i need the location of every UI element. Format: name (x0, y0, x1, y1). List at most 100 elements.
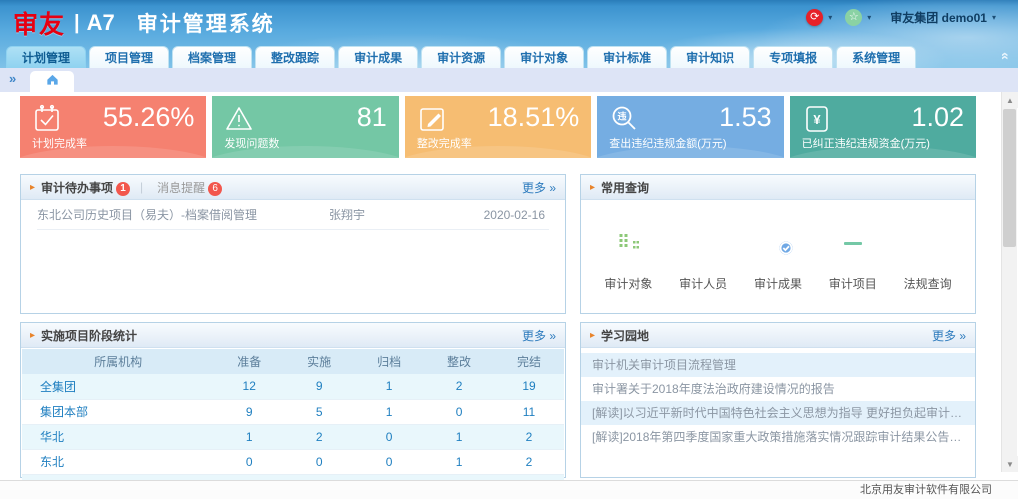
nav-tab[interactable]: 审计成果 (338, 46, 418, 68)
stage-archive-count[interactable]: 0 (354, 449, 424, 474)
quick-query-item[interactable]: 审计项目 (818, 220, 888, 292)
refresh-icon[interactable]: ⟳ (806, 9, 823, 26)
scroll-up-icon[interactable]: ▲ (1002, 92, 1018, 108)
panel-arrow-icon: ▸ (30, 330, 35, 341)
learning-list: 审计机关审计项目流程管理 审计署关于2018年度法治政府建设情况的报告 [解读]… (581, 348, 975, 449)
stage-prepare-count[interactable]: 0 (214, 449, 284, 474)
nav-tab[interactable]: 整改跟踪 (255, 46, 335, 68)
favorite-caret-icon[interactable]: ▾ (867, 13, 871, 22)
stat-card[interactable]: 55.26% 计划完成率 (20, 96, 206, 158)
refresh-caret-icon[interactable]: ▾ (828, 13, 832, 22)
stage-archive-count[interactable]: 1 (354, 399, 424, 424)
nav-tab[interactable]: 档案管理 (172, 46, 252, 68)
todo-more-link[interactable]: 更多 » (522, 179, 556, 196)
learning-more-link[interactable]: 更多 » (932, 327, 966, 344)
scroll-down-icon[interactable]: ▼ (1002, 456, 1018, 472)
company-name: 北京用友审计软件有限公司 (860, 484, 992, 496)
quick-query-item[interactable]: 审计人员 (668, 220, 738, 292)
stage-archive-count[interactable]: 1 (354, 374, 424, 399)
stage-implement-count[interactable]: 9 (284, 374, 354, 399)
stage-column-header: 归档 (354, 349, 424, 374)
stage-implement-count[interactable]: 2 (284, 424, 354, 449)
learning-item[interactable]: 审计机关审计项目流程管理 (581, 353, 975, 377)
nav-tab[interactable]: 审计对象 (504, 46, 584, 68)
stage-complete-count[interactable]: 2 (494, 449, 564, 474)
favorite-star-icon[interactable]: ☆ (845, 9, 862, 26)
warning-triangle-icon (224, 104, 254, 134)
panel-arrow-icon: ▸ (30, 182, 35, 193)
stage-table-row: 集团本部 9 5 1 0 11 (22, 399, 564, 424)
users-group-icon (680, 220, 726, 266)
user-menu[interactable]: 审友集团 demo01 (890, 9, 987, 26)
stage-rectify-count[interactable]: 1 (424, 449, 494, 474)
stage-implement-count[interactable]: 5 (284, 399, 354, 424)
learning-item[interactable]: [解读]2018年第四季度国家重大政策措施落实情况跟踪审计结果公告解读 (581, 425, 975, 449)
stage-prepare-count[interactable]: 9 (214, 399, 284, 424)
system-title: 审计管理系统 (137, 8, 275, 38)
stage-prepare-count[interactable]: 1 (214, 424, 284, 449)
stat-card[interactable]: 18.51% 整改完成率 (405, 96, 591, 158)
quick-query-item[interactable]: 法规查询 (893, 220, 963, 292)
quick-query-item[interactable]: 审计对象 (593, 220, 663, 292)
tab-messages[interactable]: 消息提醒6 (157, 179, 222, 196)
stage-rectify-count[interactable]: 1 (424, 424, 494, 449)
learning-item[interactable]: 审计署关于2018年度法治政府建设情况的报告 (581, 377, 975, 401)
org-link[interactable]: 东北 (22, 449, 214, 474)
org-link[interactable]: 全集团 (22, 374, 214, 399)
user-dropdown-caret[interactable]: ▾ (992, 13, 996, 22)
stage-rectify-count[interactable]: 0 (424, 399, 494, 424)
nav-tab[interactable]: 计划管理 (6, 46, 86, 68)
header-tab-divider: | (140, 180, 143, 194)
quick-query-item[interactable]: 审计成果 (743, 220, 813, 292)
stage-column-header: 所属机构 (22, 349, 214, 374)
org-link[interactable]: 华北 (22, 424, 214, 449)
nav-tab[interactable]: 审计资源 (421, 46, 501, 68)
stage-prepare-count[interactable]: 12 (214, 374, 284, 399)
collapse-header-icon[interactable]: « (998, 52, 1014, 60)
stage-complete-count[interactable]: 11 (494, 399, 564, 424)
stat-card[interactable]: 违 1.53 查出违纪违规金额(万元) (597, 96, 783, 158)
stat-value: 18.51% (488, 102, 580, 133)
stat-value: 1.53 (719, 102, 772, 133)
nav-tab[interactable]: 项目管理 (89, 46, 169, 68)
yuan-currency-icon: ¥ (802, 104, 832, 134)
expand-tabs-icon[interactable]: » (9, 71, 16, 86)
todo-count-badge: 1 (116, 182, 130, 196)
tab-audit-todos[interactable]: 审计待办事项1 (41, 179, 130, 196)
scrollbar-thumb[interactable] (1003, 109, 1016, 247)
stage-stats-more-link[interactable]: 更多 » (522, 327, 556, 344)
app-header: 审友 | A7 审计管理系统 ⟳ ▾ ☆ ▾ 审友集团 demo01 ▾ 计划管… (0, 0, 1018, 68)
nav-tab[interactable]: 审计标准 (587, 46, 667, 68)
org-link[interactable]: 集团本部 (22, 399, 214, 424)
stat-label: 整改完成率 (417, 135, 472, 151)
todo-row[interactable]: 东北公司历史项目（易夫）-档案借阅管理 张翔宇 2020-02-16 (37, 200, 549, 230)
nav-tab[interactable]: 系统管理 (836, 46, 916, 68)
stage-complete-count[interactable]: 2 (494, 424, 564, 449)
stage-rectify-count[interactable]: 2 (424, 374, 494, 399)
stage-column-header: 整改 (424, 349, 494, 374)
logo-divider: | (74, 12, 80, 35)
stage-table-header-row: 所属机构准备实施归档整改完结 (22, 349, 564, 374)
chart-check-icon (755, 220, 801, 266)
stat-value: 55.26% (103, 102, 195, 133)
stage-complete-count[interactable]: 19 (494, 374, 564, 399)
vertical-scrollbar[interactable]: ▲ ▼ (1001, 92, 1017, 472)
stage-stats-title: 实施项目阶段统计 (41, 327, 137, 344)
stage-implement-count[interactable]: 0 (284, 449, 354, 474)
home-icon (45, 72, 60, 92)
stat-card[interactable]: 81 发现问题数 (212, 96, 398, 158)
nav-tab[interactable]: 审计知识 (670, 46, 750, 68)
stat-card[interactable]: ¥ 1.02 已纠正违纪违规资金(万元) (790, 96, 976, 158)
home-tab[interactable] (30, 71, 74, 92)
main-content: 55.26% 计划完成率 81 发现问题数 18.51% 整改完成率 违 1.5… (0, 92, 1018, 480)
learning-item[interactable]: [解读]以习近平新时代中国特色社会主义思想为指导 更好担负起审计工作新职责新..… (581, 401, 975, 425)
stage-table-row: 东北 0 0 0 1 2 (22, 449, 564, 474)
nav-tab[interactable]: 专项填报 (753, 46, 833, 68)
todo-title: 东北公司历史项目（易夫）-档案借阅管理 (37, 206, 329, 223)
logo: 审友 (13, 5, 65, 41)
quick-query-label: 审计成果 (743, 275, 813, 292)
quick-query-title: 常用查询 (601, 179, 649, 196)
stage-archive-count[interactable]: 0 (354, 424, 424, 449)
building-icon (605, 220, 651, 266)
stage-table-row: 全集团 12 9 1 2 19 (22, 374, 564, 399)
